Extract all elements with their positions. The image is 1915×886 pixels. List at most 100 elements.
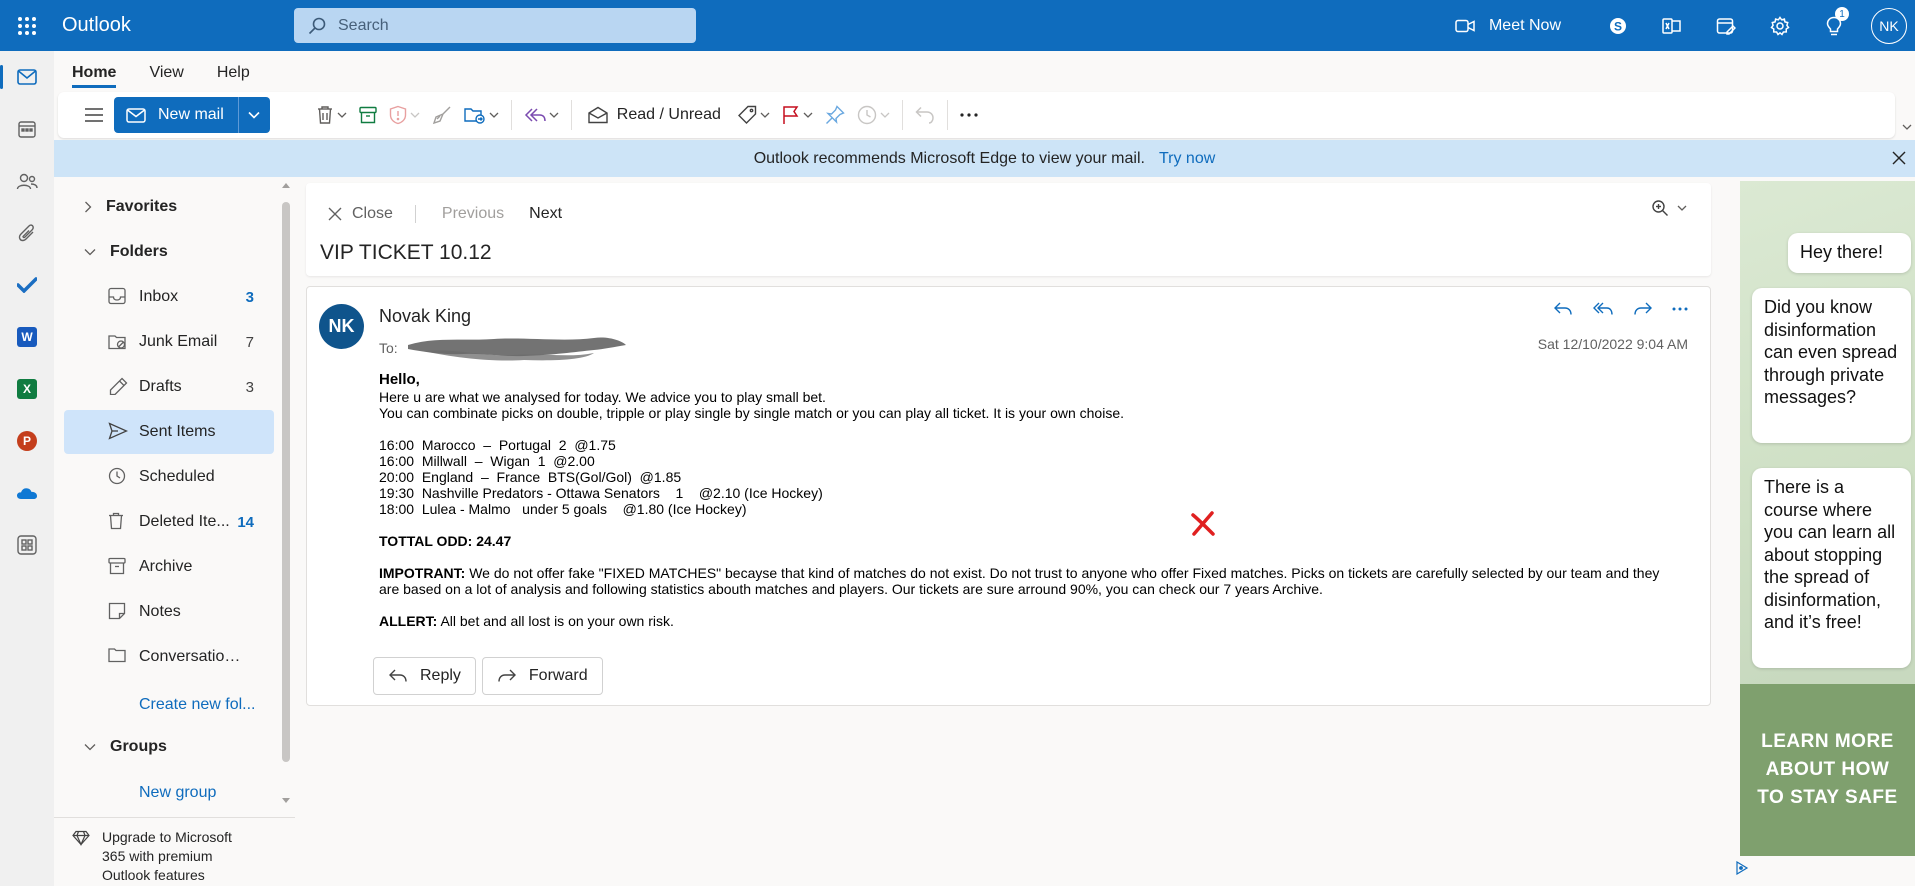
search-box[interactable] [294,8,696,43]
account-avatar[interactable]: NK [1871,7,1907,44]
folder-deleted-items[interactable]: Deleted Ite... 14 [64,500,274,544]
read-unread-button[interactable]: Read / Unread [578,106,731,124]
try-now-link[interactable]: Try now [1159,150,1215,168]
undo-button[interactable] [909,97,941,133]
folder-drafts[interactable]: Drafts 3 [64,365,274,409]
pin-icon [825,105,845,124]
red-x-mark-icon [1191,511,1215,536]
word-app-icon[interactable]: W [0,311,54,363]
tips-lightbulb-icon[interactable]: 1 [1807,0,1861,51]
hamburger-menu-icon[interactable] [78,97,110,133]
skype-icon[interactable]: S [1591,0,1645,51]
flag-button[interactable] [776,97,819,133]
pencil-icon [109,377,128,395]
delete-button[interactable] [310,97,353,133]
upgrade-banner[interactable]: Upgrade to Microsoft 365 with premium Ou… [54,817,295,886]
attachments-app-icon[interactable] [0,207,54,259]
folder-scheduled[interactable]: Scheduled [64,455,274,499]
new-mail-button[interactable]: New mail [114,97,238,133]
groups-label: Groups [110,738,167,755]
close-icon[interactable] [1891,150,1907,166]
meet-now-button[interactable]: Meet Now [1455,17,1561,35]
advertisement-panel[interactable]: Hey there! Did you know disinformation c… [1740,181,1915,856]
scroll-down-arrow-icon[interactable] [282,798,290,804]
important-text: We do not offer fake "FIXED MATCHES" bec… [379,565,1660,597]
greeting: Hello, [379,371,420,388]
groups-header[interactable]: Groups [84,738,167,756]
folder-archive[interactable]: Archive [64,545,274,589]
ribbon-expand-chevron-icon[interactable] [1902,124,1912,130]
folder-sent-items[interactable]: Sent Items [64,410,274,454]
divider [901,100,903,130]
chevron-down-icon [549,112,559,118]
zoom-button[interactable] [1651,199,1687,217]
categorize-button[interactable] [731,97,776,133]
sender-name[interactable]: Novak King [379,306,471,327]
sweep-button[interactable] [426,97,458,133]
close-button[interactable]: Close [328,205,416,223]
alert-label: ALLERT: [379,613,438,629]
more-apps-icon[interactable] [0,519,54,571]
favorites-header[interactable]: Favorites [84,198,177,216]
new-group-link[interactable]: New group [139,784,216,802]
settings-gear-icon[interactable] [1753,0,1807,51]
onedrive-app-icon[interactable] [0,467,54,519]
tab-home[interactable]: Home [72,64,117,88]
previous-button[interactable]: Previous [442,205,504,223]
forward-icon[interactable] [1633,301,1653,317]
reply-icon[interactable] [1553,301,1573,317]
more-options-button[interactable] [954,97,984,133]
reply-all-button[interactable] [518,97,565,133]
reply-all-icon [524,108,546,122]
new-mail-dropdown[interactable] [237,97,270,133]
excel-app-icon[interactable]: X [0,363,54,415]
sender-avatar[interactable]: NK [319,304,364,349]
powerpoint-app-icon[interactable]: P [0,415,54,467]
pin-button[interactable] [819,97,851,133]
alert-text: All bet and all lost is on your own risk… [437,613,674,629]
tab-view[interactable]: View [149,64,183,88]
broom-icon [432,106,451,125]
reply-all-icon[interactable] [1592,301,1614,317]
move-to-button[interactable] [458,97,505,133]
archive-button[interactable] [353,97,383,133]
scrollbar-thumb[interactable] [282,202,290,762]
folders-header[interactable]: Folders [84,243,168,261]
people-app-icon[interactable] [0,155,54,207]
app-launcher-icon[interactable] [0,0,54,51]
more-horizontal-icon [960,113,978,117]
to-label: To: [379,340,398,356]
reply-button[interactable]: Reply [373,657,476,695]
ad-choices-icon[interactable] [1735,861,1749,875]
search-input[interactable] [338,16,658,35]
message-date: Sat 12/10/2022 9:04 AM [1537,336,1688,352]
my-day-icon[interactable] [1699,0,1753,51]
scroll-up-arrow-icon[interactable] [282,182,290,188]
ad-call-to-action[interactable]: LEARN MORE ABOUT HOW TO STAY SAFE [1740,684,1915,856]
favorites-label: Favorites [106,198,178,215]
next-button[interactable]: Next [529,205,562,223]
app-title[interactable]: Outlook [62,14,294,37]
mail-app-icon[interactable] [0,51,54,103]
folder-notes[interactable]: Notes [64,590,274,634]
todo-app-icon[interactable] [0,259,54,311]
snooze-button[interactable] [851,97,896,133]
folder-pane-scrollbar[interactable] [282,182,290,804]
folder-label: Archive [139,558,193,575]
folder-conversation-history[interactable]: Conversation ... [64,635,274,679]
calendar-app-icon[interactable] [0,103,54,155]
folder-junk-email[interactable]: Junk Email 7 [64,320,274,364]
message-navigation: Close Previous Next [328,205,562,223]
create-new-folder-link[interactable]: Create new fol... [139,696,256,714]
report-button[interactable] [383,97,426,133]
more-horizontal-icon[interactable] [1672,301,1688,317]
forward-button[interactable]: Forward [481,657,603,695]
folder-inbox[interactable]: Inbox 3 [64,275,274,319]
pick-line: 16:00 Marocco – Portugal 2 @1.75 [379,437,616,453]
archive-icon [359,106,377,124]
office-icon[interactable] [1645,0,1699,51]
important-label: IMPOTRANT: [379,565,466,581]
tab-help[interactable]: Help [217,64,250,88]
ribbon-toolbar: New mail Read / Unread [58,92,1895,138]
folder-label: Deleted Ite... [139,513,230,530]
